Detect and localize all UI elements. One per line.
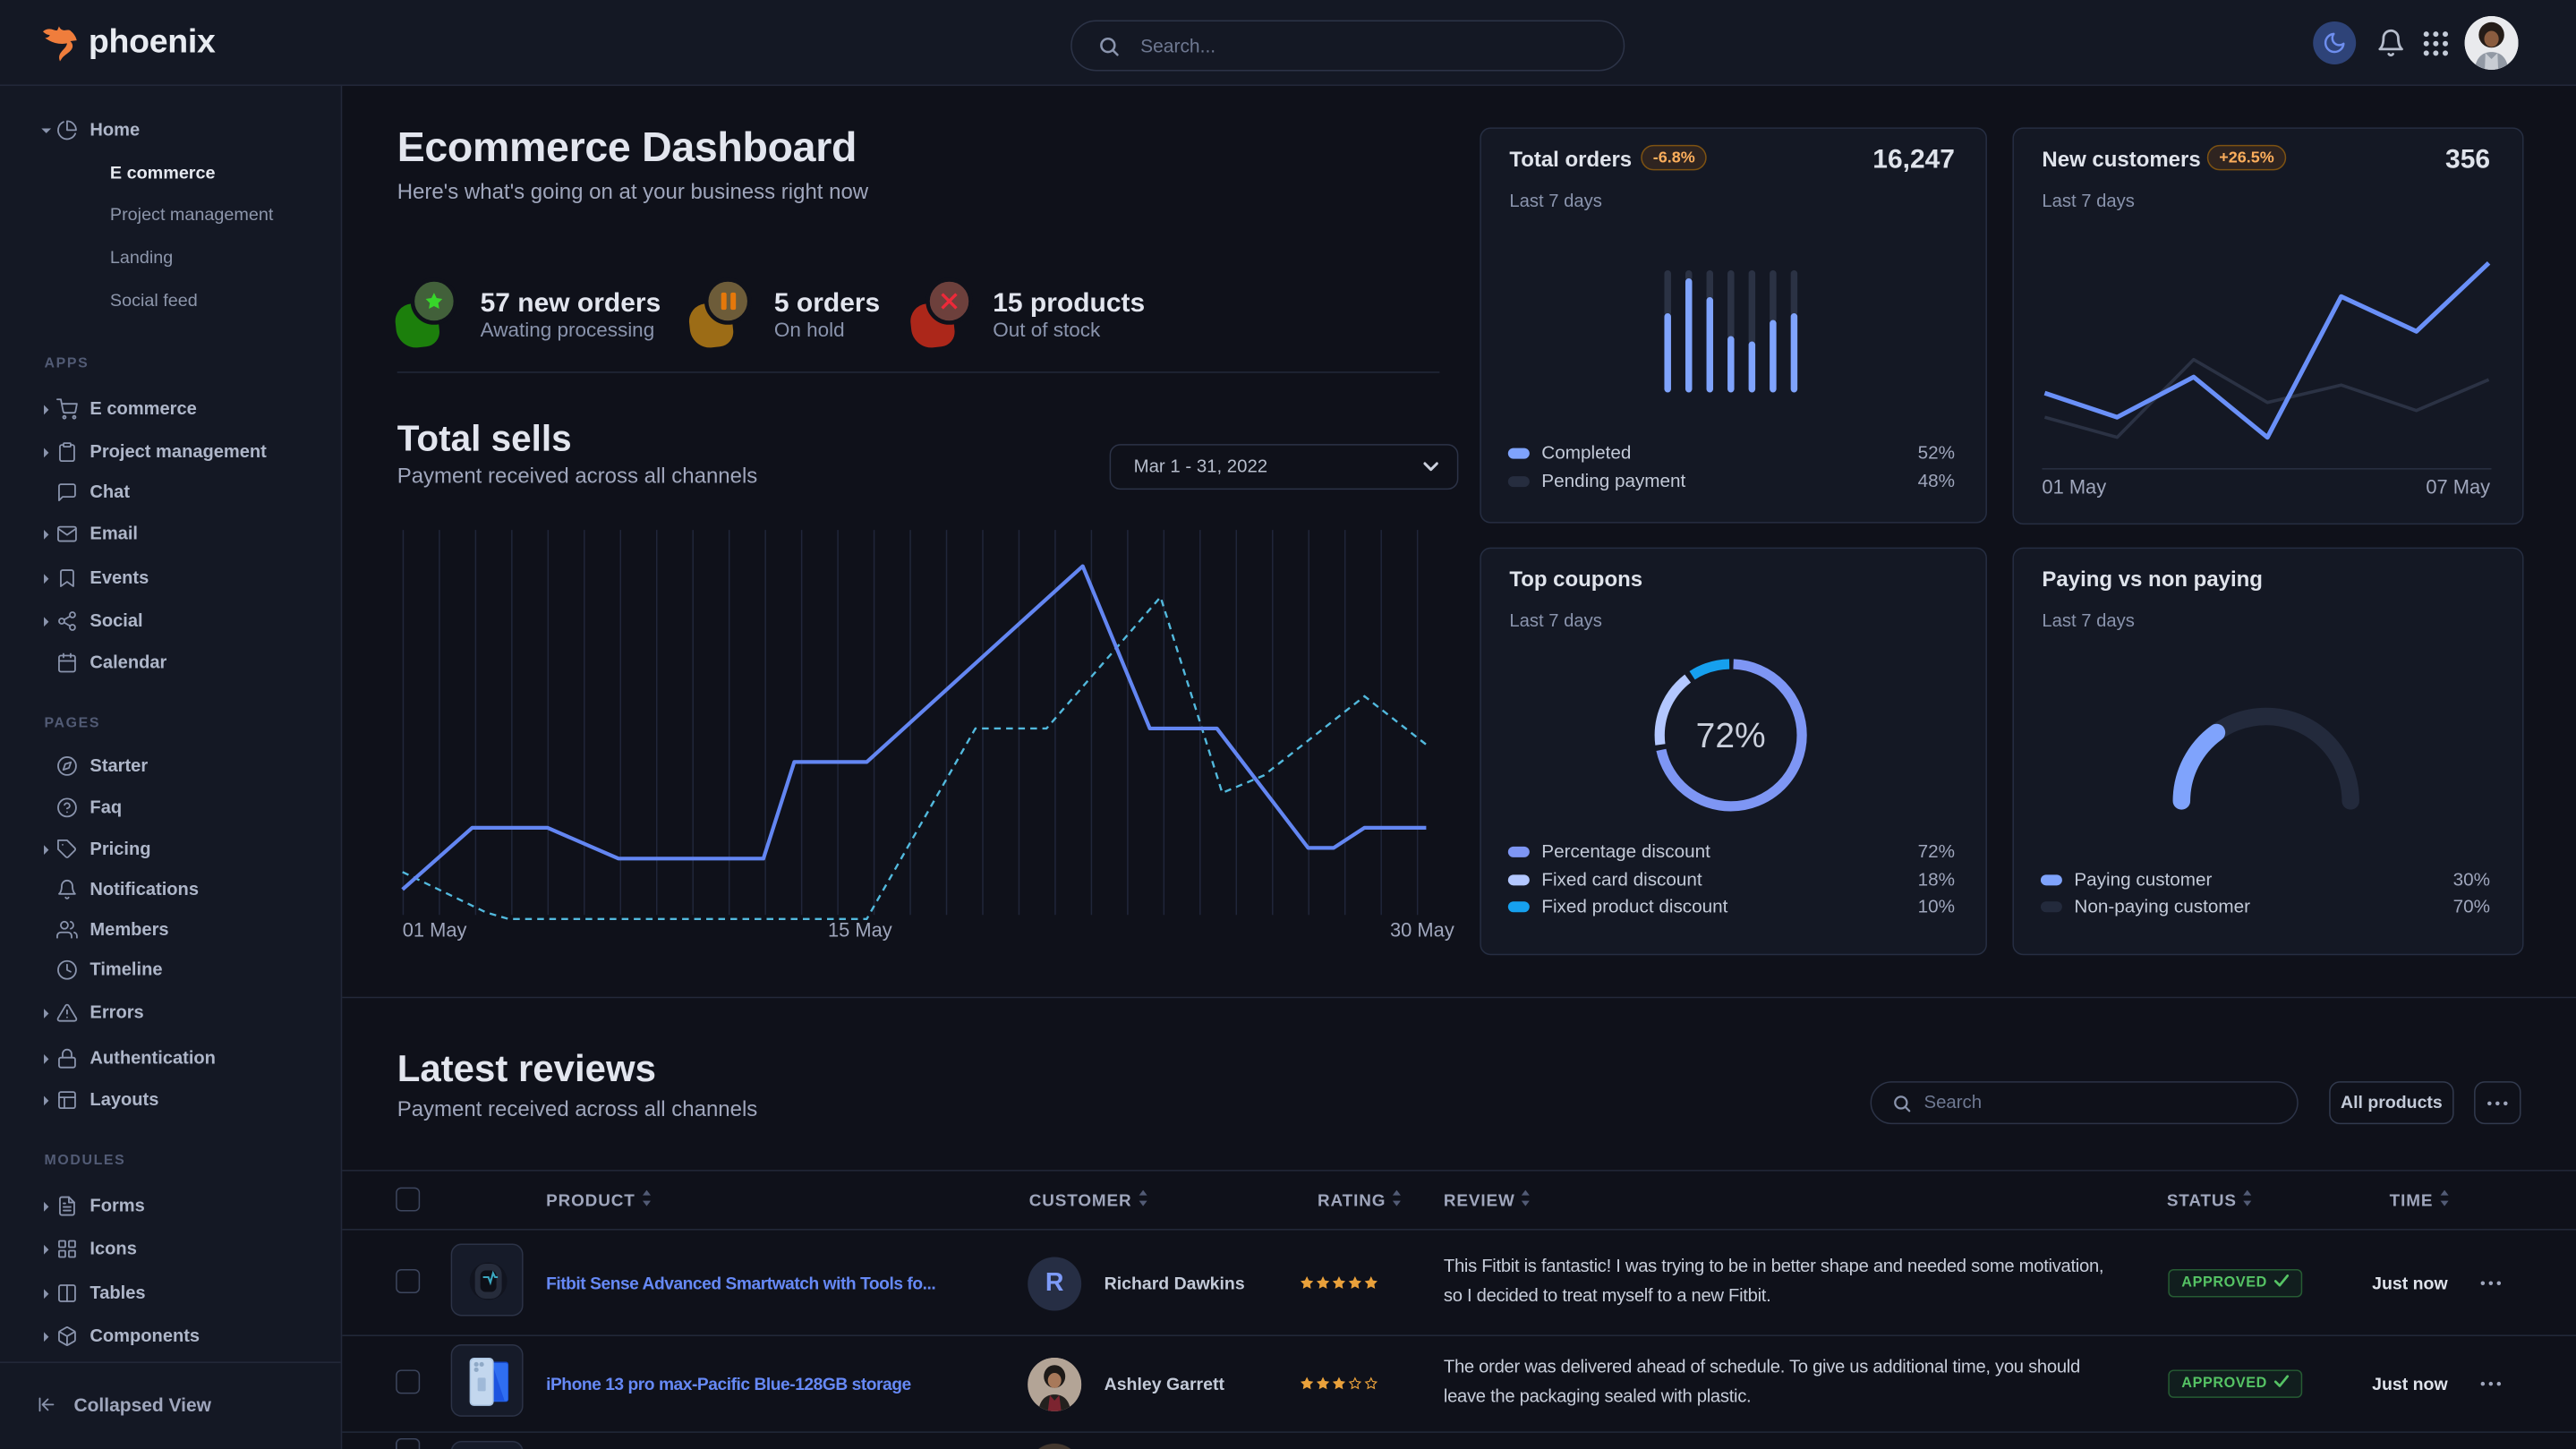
svg-text:72%: 72% [1696,717,1766,755]
svg-text:01 May: 01 May [403,918,467,941]
svg-text:30 May: 30 May [1390,918,1454,941]
svg-text:15 May: 15 May [828,918,892,941]
